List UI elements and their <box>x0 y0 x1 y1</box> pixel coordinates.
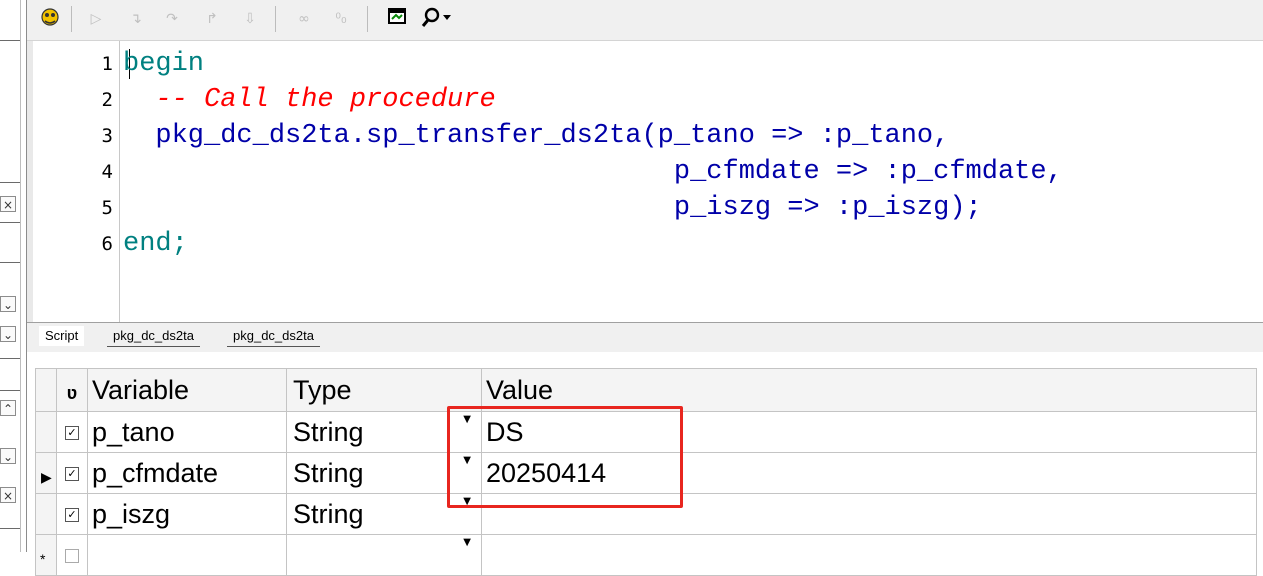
type-column-header[interactable]: Type <box>286 368 482 412</box>
divider <box>0 390 20 391</box>
enabled-checkbox-cell[interactable]: ✓ <box>56 411 88 453</box>
variable-cell[interactable] <box>87 534 287 576</box>
wizard-icon[interactable] <box>37 6 63 32</box>
scroll-down-icon[interactable]: ⌄ <box>0 448 16 464</box>
code-line[interactable]: begin <box>123 46 204 82</box>
scroll-up-icon[interactable]: ⌃ <box>0 400 16 416</box>
tab-pkg-dc-ds2ta-spec[interactable]: pkg_dc_ds2ta <box>107 326 200 347</box>
line-number: 1 <box>101 53 113 75</box>
code-line[interactable]: p_cfmdate => :p_cfmdate, <box>123 154 1063 190</box>
type-value: String <box>293 416 364 447</box>
code-line[interactable]: -- Call the procedure <box>123 82 495 118</box>
variables-panel: ʋ Variable Type Value ✓ p_tano String ▼ D… <box>27 352 1263 576</box>
value-cell[interactable] <box>481 534 1257 576</box>
step-into-icon[interactable]: ↴ <box>125 6 147 32</box>
toolbar-separator <box>275 6 276 32</box>
line-number: 6 <box>101 233 113 255</box>
sql-editor[interactable]: 1 2 3 4 5 6 begin -- Call the procedure … <box>27 41 1263 322</box>
toolbar-separator <box>71 6 72 32</box>
line-number: 5 <box>101 197 113 219</box>
grid-header-row: ʋ Variable Type Value <box>35 368 1257 412</box>
variable-column-header[interactable]: Variable <box>87 368 287 412</box>
type-dropdown-arrow-icon[interactable]: ▼ <box>463 455 471 466</box>
variable-cell[interactable]: p_iszg <box>87 493 287 535</box>
chevron-down-icon[interactable]: ⌄ <box>0 296 16 312</box>
editor-tab-strip: Script pkg_dc_ds2ta pkg_dc_ds2ta <box>27 322 1263 353</box>
side-panel-strip: × ⌄ ⌄ ⌃ ⌄ × <box>0 0 27 552</box>
row-indicator <box>35 411 57 453</box>
enabled-checkbox-cell[interactable] <box>56 534 88 576</box>
type-value: String <box>293 498 364 529</box>
type-dropdown-arrow-icon[interactable]: ▼ <box>463 537 471 548</box>
debug-toolbar: ▷ ↴ ↷ ↱ ⇩ ∞ ⁰₀ <box>27 0 1263 41</box>
divider <box>0 182 20 183</box>
step-over-icon[interactable]: ↷ <box>159 6 185 32</box>
type-cell[interactable]: String ▼ <box>286 493 482 535</box>
row-indicator-header <box>35 368 57 412</box>
run-to-exception-icon[interactable]: ⇩ <box>239 6 261 32</box>
divider <box>0 262 20 263</box>
close-icon[interactable]: × <box>0 196 16 212</box>
table-row[interactable]: ✓ p_tano String ▼ DS <box>35 411 1257 453</box>
line-number-gutter: 1 2 3 4 5 6 <box>33 41 120 322</box>
enabled-column-header[interactable]: ʋ <box>56 368 88 412</box>
breakpoint-icon[interactable]: ⁰₀ <box>327 6 355 32</box>
line-number: 3 <box>101 125 113 147</box>
code-line[interactable]: p_iszg => :p_iszg); <box>123 190 982 226</box>
code-line[interactable]: pkg_dc_ds2ta.sp_transfer_ds2ta(p_tano =>… <box>123 118 949 154</box>
close-icon[interactable]: × <box>0 487 16 503</box>
panel-border <box>20 0 21 552</box>
type-value: String <box>293 457 364 488</box>
row-indicator: ▶ <box>35 452 57 494</box>
variable-cell[interactable]: p_cfmdate <box>87 452 287 494</box>
chevron-down-icon[interactable]: ⌄ <box>0 326 16 342</box>
enabled-checkbox[interactable]: ✓ <box>65 508 79 523</box>
window-icon[interactable] <box>385 6 409 32</box>
divider <box>0 528 20 529</box>
tab-script[interactable]: Script <box>39 326 85 346</box>
find-icon[interactable] <box>419 6 453 32</box>
toolbar-separator <box>367 6 368 32</box>
type-cell[interactable]: ▼ <box>286 534 482 576</box>
type-cell[interactable]: String ▼ <box>286 452 482 494</box>
type-cell[interactable]: String ▼ <box>286 411 482 453</box>
divider <box>0 358 20 359</box>
line-number: 4 <box>101 161 113 183</box>
table-row[interactable]: ✓ p_iszg String ▼ <box>35 493 1257 535</box>
value-cell[interactable]: DS <box>481 411 1257 453</box>
variables-grid: ʋ Variable Type Value ✓ p_tano String ▼ D… <box>35 368 1257 576</box>
type-dropdown-arrow-icon[interactable]: ▼ <box>463 496 471 507</box>
divider <box>0 40 20 41</box>
value-cell[interactable]: 20250414 <box>481 452 1257 494</box>
table-row[interactable]: ▶ ✓ p_cfmdate String ▼ 20250414 <box>35 452 1257 494</box>
step-out-icon[interactable]: ↱ <box>199 6 225 32</box>
variable-cell[interactable]: p_tano <box>87 411 287 453</box>
run-icon[interactable]: ▷ <box>85 6 107 32</box>
enabled-column-label: ʋ <box>66 382 78 403</box>
enabled-checkbox-cell[interactable]: ✓ <box>56 452 88 494</box>
watch-icon[interactable]: ∞ <box>289 6 319 32</box>
value-column-header[interactable]: Value <box>481 368 1257 412</box>
enabled-checkbox[interactable]: ✓ <box>65 426 79 441</box>
tab-pkg-dc-ds2ta-body[interactable]: pkg_dc_ds2ta <box>227 326 320 347</box>
code-line[interactable]: end; <box>123 226 188 262</box>
type-dropdown-arrow-icon[interactable]: ▼ <box>463 414 471 425</box>
new-row[interactable]: * ▼ <box>35 534 1257 576</box>
new-row-indicator: * <box>35 534 57 576</box>
row-indicator <box>35 493 57 535</box>
value-cell[interactable] <box>481 493 1257 535</box>
divider <box>0 222 20 223</box>
enabled-checkbox-cell[interactable]: ✓ <box>56 493 88 535</box>
current-row-pointer-icon: ▶ <box>41 469 52 486</box>
enabled-checkbox[interactable]: ✓ <box>65 467 79 482</box>
new-row-marker: * <box>40 550 46 567</box>
enabled-checkbox[interactable] <box>65 549 79 564</box>
line-number: 2 <box>101 89 113 111</box>
